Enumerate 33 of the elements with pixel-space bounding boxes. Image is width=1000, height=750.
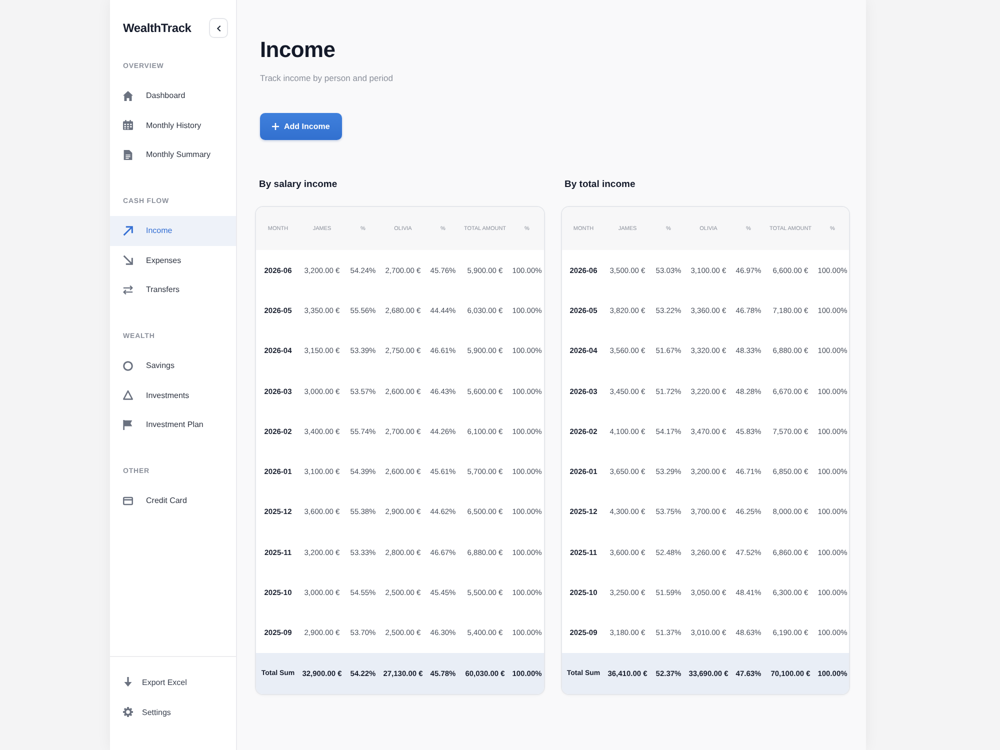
- document-icon: [123, 150, 133, 160]
- triangle-icon: [123, 390, 133, 400]
- table-title: By total income: [564, 179, 636, 191]
- page-subtitle: Track income by person and period: [260, 72, 393, 84]
- home-icon: [123, 90, 133, 101]
- nav-item[interactable]: Expenses: [110, 246, 236, 275]
- collapse-button[interactable]: [209, 18, 228, 38]
- credit-card-icon: [123, 496, 133, 506]
- chevron-left-icon: [216, 24, 220, 32]
- nav-item[interactable]: Income: [110, 216, 236, 246]
- brand-name: WealthTrack: [123, 21, 192, 35]
- nav-item[interactable]: Investment Plan: [110, 410, 236, 440]
- flag-icon: [123, 420, 133, 430]
- settings-icon: [123, 707, 133, 717]
- add-income-button[interactable]: Add Income: [260, 113, 342, 140]
- arrow-down-icon: [123, 677, 133, 687]
- nav-item[interactable]: Investments: [110, 380, 236, 410]
- arrow-up-right-icon: [123, 226, 133, 236]
- nav-item[interactable]: Monthly Summary: [110, 140, 236, 170]
- footer-item[interactable]: Settings: [110, 697, 236, 727]
- swap-arrows-icon: [123, 284, 133, 295]
- arrow-down-right-icon: [123, 255, 133, 266]
- calendar-icon: [123, 120, 133, 130]
- plus-icon: [272, 123, 279, 130]
- page-title: Income: [260, 37, 336, 63]
- footer-item[interactable]: Export Excel: [110, 667, 236, 697]
- table-title: By salary income: [258, 179, 338, 191]
- nav-item[interactable]: Dashboard: [110, 81, 236, 110]
- nav-item[interactable]: Transfers: [110, 275, 236, 304]
- circle-icon: [123, 360, 133, 371]
- nav-item[interactable]: Credit Card: [110, 486, 236, 516]
- nav-item[interactable]: Savings: [110, 351, 236, 380]
- nav-item[interactable]: Monthly History: [110, 110, 236, 140]
